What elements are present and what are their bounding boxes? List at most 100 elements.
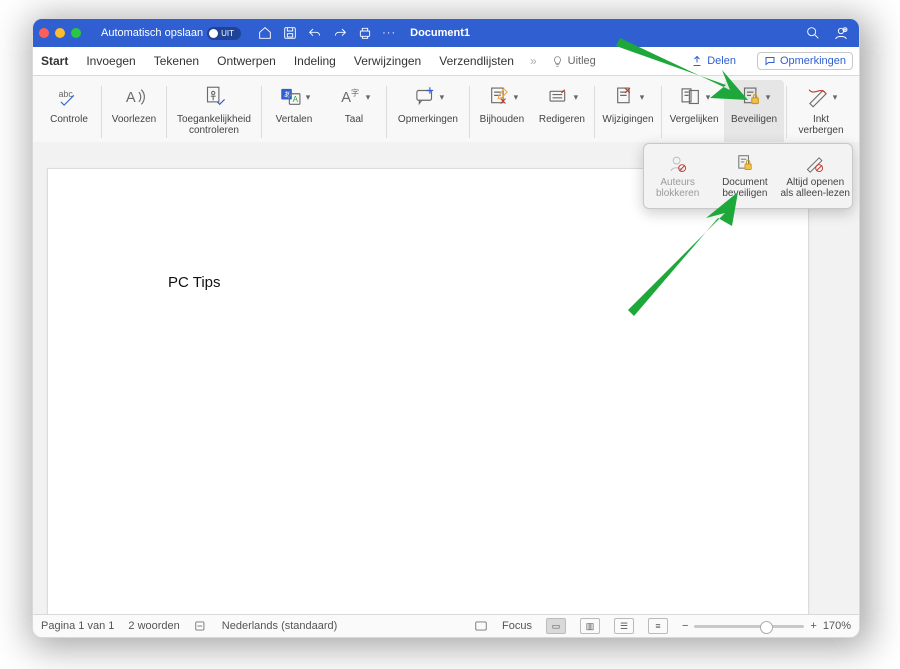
autosave-knob (209, 29, 218, 38)
view-draft[interactable]: ≡ (648, 618, 668, 634)
share-button[interactable]: Delen (684, 52, 743, 70)
ribbon-controle-label: Controle (50, 114, 88, 125)
lightbulb-icon (551, 55, 564, 68)
status-focus[interactable]: Focus (502, 620, 532, 632)
share-label: Delen (707, 55, 736, 67)
new-comment-icon (412, 84, 438, 110)
ribbon-beveiligen[interactable]: ▾ Beveiligen (724, 80, 784, 144)
autosave-control[interactable]: Automatisch opslaan UIT (101, 27, 241, 40)
ribbon-opmerkingen[interactable]: ▾ Opmerkingen (389, 80, 467, 144)
ribbon-vertalen[interactable]: あA▾ Vertalen (264, 80, 324, 144)
ribbon-tabs: Start Invoegen Tekenen Ontwerpen Indelin… (33, 47, 859, 76)
ribbon-inkt[interactable]: ▾ Inkt verbergen (789, 80, 853, 144)
autosave-label: Automatisch opslaan (101, 27, 203, 39)
zoom-window-button[interactable] (71, 28, 81, 38)
chevron-down-icon: ▾ (706, 92, 711, 103)
ribbon-controle[interactable]: abc Controle (39, 80, 99, 144)
traffic-lights (39, 28, 81, 38)
tab-verzendlijsten[interactable]: Verzendlijsten (437, 54, 516, 68)
account-icon[interactable] (833, 25, 849, 41)
print-icon[interactable] (357, 25, 373, 41)
chevron-down-icon: ▾ (514, 92, 519, 103)
protect-document-icon (734, 153, 756, 175)
hide-ink-icon (805, 84, 831, 110)
autosave-state: UIT (221, 29, 234, 38)
comments-button[interactable]: Opmerkingen (757, 52, 853, 70)
proofing-icon[interactable] (194, 619, 208, 633)
status-words[interactable]: 2 woorden (128, 620, 179, 632)
svg-text:A: A (126, 90, 136, 106)
status-page[interactable]: Pagina 1 van 1 (41, 620, 114, 632)
open-readonly-label: Altijd openen als alleen-lezen (781, 177, 851, 199)
status-language[interactable]: Nederlands (standaard) (222, 620, 338, 632)
zoom-control[interactable]: − + 170% (682, 620, 851, 632)
read-aloud-icon: A (121, 84, 147, 110)
save-icon[interactable] (282, 25, 298, 41)
view-outline[interactable]: ☰ (614, 618, 634, 634)
zoom-in-button[interactable]: + (810, 620, 816, 632)
autosave-toggle[interactable]: UIT (207, 27, 241, 40)
spelling-icon: abc (56, 84, 82, 110)
ribbon-taal[interactable]: A字▾ Taal (324, 80, 384, 144)
chevron-down-icon: ▾ (766, 92, 771, 103)
block-authors-icon (667, 153, 689, 175)
minimize-window-button[interactable] (55, 28, 65, 38)
language-icon: A字 (338, 84, 364, 110)
titlebar: Automatisch opslaan UIT ··· Document1 (33, 19, 859, 47)
document-body-text[interactable]: PC Tips (168, 274, 221, 291)
ribbon-voorlezen-label: Voorlezen (112, 114, 156, 125)
zoom-slider[interactable] (694, 625, 804, 628)
protect-document-label: Document beveiligen (722, 177, 768, 199)
overflow-icon[interactable]: ··· (382, 27, 396, 39)
protect-icon (738, 84, 764, 110)
changes-icon (612, 84, 638, 110)
zoom-value[interactable]: 170% (823, 620, 851, 632)
ribbon-taal-label: Taal (345, 114, 363, 125)
ribbon-vergelijken[interactable]: ▾ Vergelijken (664, 80, 724, 144)
block-authors-label: Auteurs blokkeren (656, 177, 699, 199)
block-authors-button[interactable]: Auteurs blokkeren (644, 144, 711, 208)
comment-icon (764, 55, 776, 67)
svg-text:字: 字 (351, 87, 359, 97)
ribbon-toegankelijkheid-label: Toegankelijkheid controleren (177, 114, 251, 136)
tell-me[interactable]: Uitleg (551, 55, 596, 68)
search-icon[interactable] (805, 25, 821, 41)
svg-text:A: A (341, 90, 351, 106)
redo-icon[interactable] (332, 25, 348, 41)
zoom-out-button[interactable]: − (682, 620, 688, 632)
undo-icon[interactable] (307, 25, 323, 41)
ribbon-wijzigingen[interactable]: ▾ Wijzigingen (597, 80, 659, 144)
document-title: Document1 (410, 27, 470, 39)
tab-ontwerpen[interactable]: Ontwerpen (215, 54, 278, 68)
comments-label: Opmerkingen (780, 55, 846, 67)
chevron-down-icon: ▾ (574, 92, 579, 103)
home-icon[interactable] (257, 25, 273, 41)
protect-document-button[interactable]: Document beveiligen (711, 144, 778, 208)
view-web-layout[interactable]: ▥ (580, 618, 600, 634)
chevron-down-icon: ▾ (833, 92, 838, 103)
chevron-down-icon: ▾ (640, 92, 645, 103)
tab-invoegen[interactable]: Invoegen (84, 54, 137, 68)
document-canvas[interactable]: PC Tips (33, 142, 859, 615)
ribbon-redigeren[interactable]: ▾ Redigeren (532, 80, 592, 144)
track-changes-icon (486, 84, 512, 110)
tab-start[interactable]: Start (39, 54, 70, 68)
ribbon-toegankelijkheid[interactable]: Toegankelijkheid controleren (169, 80, 259, 144)
tell-me-label: Uitleg (568, 55, 596, 67)
document-page[interactable]: PC Tips (47, 168, 809, 615)
compare-icon (678, 84, 704, 110)
view-print-layout[interactable]: ▭ (546, 618, 566, 634)
tabs-overflow-icon[interactable]: » (530, 54, 537, 68)
share-icon (691, 55, 703, 67)
ribbon-voorlezen[interactable]: A Voorlezen (104, 80, 164, 144)
protect-dropdown: Auteurs blokkeren Document beveiligen Al… (643, 143, 853, 209)
ribbon-bijhouden[interactable]: ▾ Bijhouden (472, 80, 532, 144)
open-readonly-button[interactable]: Altijd openen als alleen-lezen (779, 144, 853, 208)
close-window-button[interactable] (39, 28, 49, 38)
tab-verwijzingen[interactable]: Verwijzingen (352, 54, 423, 68)
tab-tekenen[interactable]: Tekenen (152, 54, 201, 68)
zoom-thumb[interactable] (760, 621, 773, 634)
ribbon-vertalen-label: Vertalen (276, 114, 313, 125)
tab-indeling[interactable]: Indeling (292, 54, 338, 68)
accessibility-icon (201, 84, 227, 110)
